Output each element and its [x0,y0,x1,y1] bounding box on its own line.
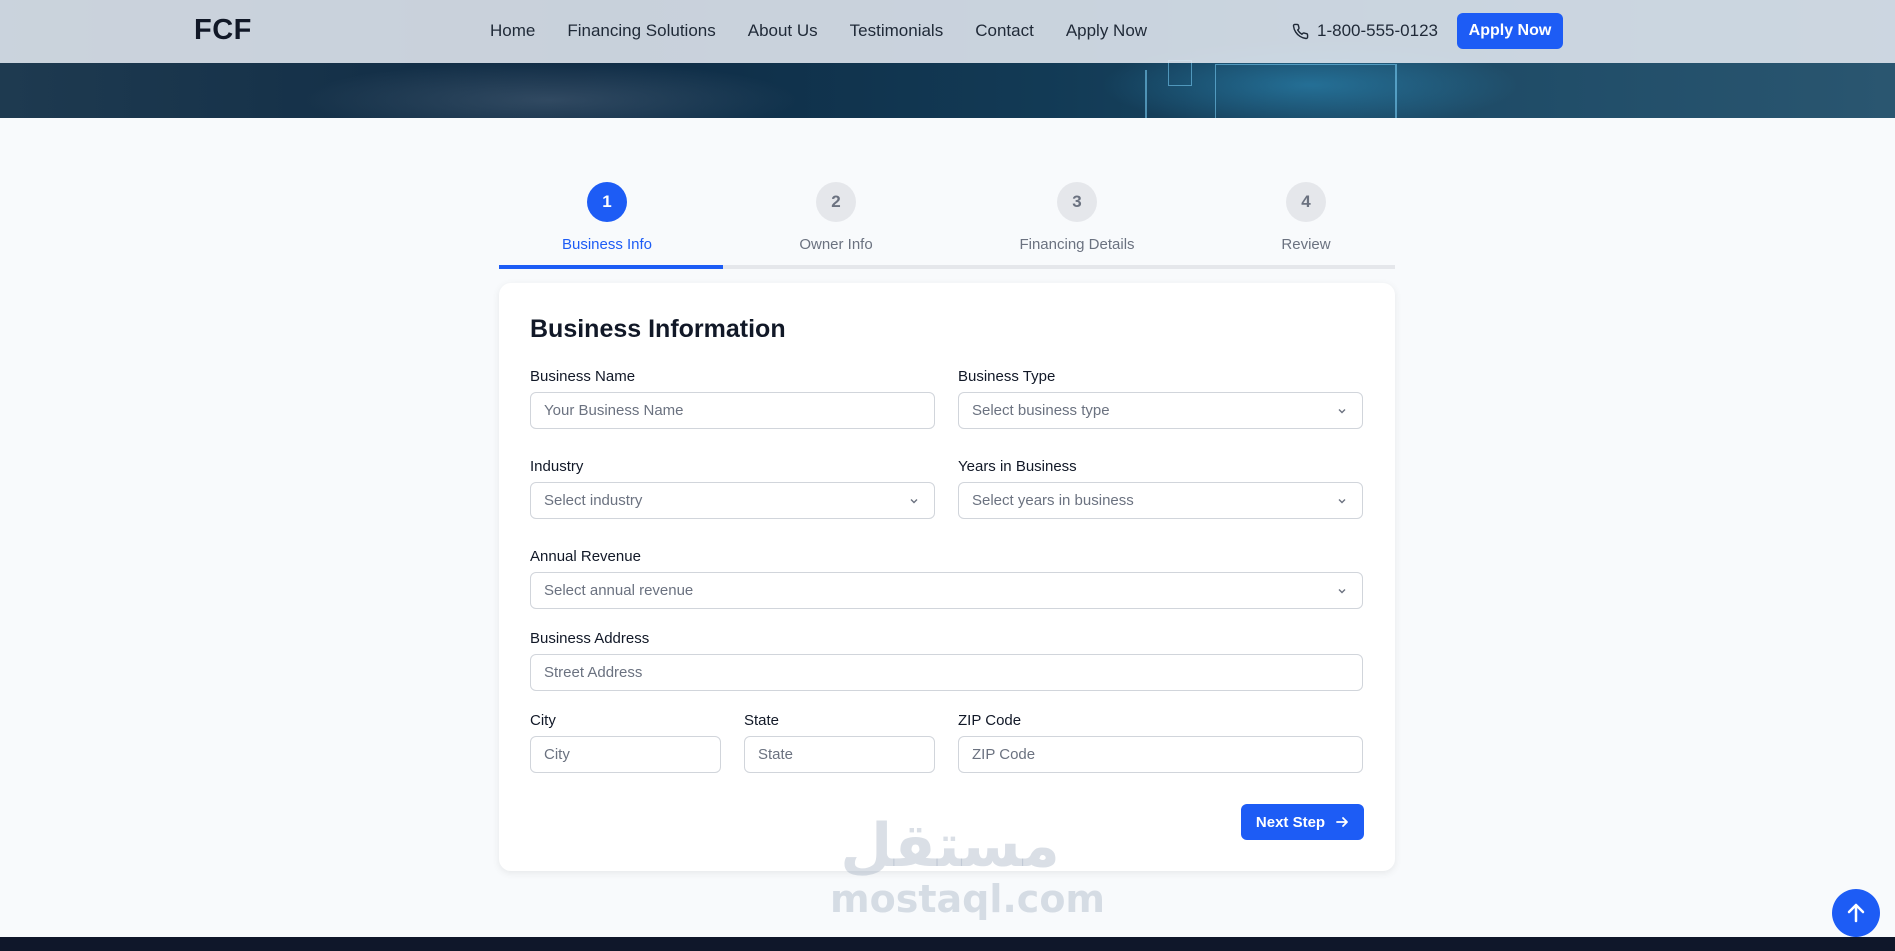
industry-value: Select industry [544,492,643,509]
step-number: 1 [587,182,627,222]
nav-link-home[interactable]: Home [490,21,535,41]
city-label: City [530,712,556,729]
arrow-right-icon [1336,817,1348,827]
next-step-button[interactable]: Next Step [1241,804,1364,840]
annual-revenue-label: Annual Revenue [530,548,641,565]
business-name-input[interactable]: Your Business Name [530,392,935,429]
phone-number: 1-800-555-0123 [1317,21,1438,40]
phone-icon [1292,23,1309,39]
step-number: 2 [816,182,856,222]
business-name-label: Business Name [530,368,636,385]
step-review[interactable]: 4 Review [1206,180,1406,253]
step-progress-track [499,265,1395,269]
scroll-to-top-button[interactable] [1832,889,1880,937]
business-type-value: Select business type [972,402,1110,419]
business-type-label: Business Type [958,368,1056,385]
chevron-down-icon [1338,409,1346,414]
hero-glow [300,60,800,118]
nav-link-about-us[interactable]: About Us [748,21,818,41]
business-type-select[interactable]: Select business type [958,392,1363,429]
phone-contact[interactable]: 1-800-555-0123 [1292,21,1438,41]
watermark: مستقل mostaql.com [830,811,1106,921]
years-in-business-value: Select years in business [972,492,1134,509]
step-label: Owner Info [799,236,873,253]
industry-label: Industry [530,458,584,475]
arrow-up-icon [1847,903,1865,923]
nav-link-contact[interactable]: Contact [975,21,1034,41]
top-navbar: FCF Home Financing Solutions About Us Te… [0,0,1895,63]
zip-code-label: ZIP Code [958,712,1022,729]
chevron-down-icon [1338,589,1346,594]
annual-revenue-select[interactable]: Select annual revenue [530,572,1363,609]
chevron-down-icon [1338,499,1346,504]
form-title: Business Information [530,315,786,343]
step-business-info[interactable]: 1 Business Info [507,180,707,253]
step-financing-details[interactable]: 3 Financing Details [977,180,1177,253]
main-nav: Home Financing Solutions About Us Testim… [490,21,1147,41]
hero-circuit-line [1395,64,1397,118]
annual-revenue-value: Select annual revenue [544,582,694,599]
footer [0,937,1895,951]
step-owner-info[interactable]: 2 Owner Info [736,180,936,253]
watermark-arabic: مستقل [840,811,1060,881]
site-logo[interactable]: FCF [194,14,252,47]
watermark-latin: mostaql.com [830,877,1106,921]
chevron-down-icon [910,499,918,504]
step-label: Business Info [561,236,653,253]
street-address-input[interactable]: Street Address [530,654,1363,691]
years-in-business-select[interactable]: Select years in business [958,482,1363,519]
step-number: 4 [1286,182,1326,222]
nav-link-apply-now[interactable]: Apply Now [1066,21,1147,41]
city-input[interactable]: City [530,736,721,773]
nav-link-testimonials[interactable]: Testimonials [850,21,944,41]
step-number: 3 [1057,182,1097,222]
nav-link-financing-solutions[interactable]: Financing Solutions [567,21,715,41]
next-step-label: Next Step [1255,813,1326,831]
application-stepper: 1 Business Info 2 Owner Info 3 Financing… [499,180,1395,270]
state-label: State [744,712,780,729]
industry-select[interactable]: Select industry [530,482,935,519]
business-info-form: Business Information Business Name Your … [499,283,1395,871]
step-label: Financing Details [1019,236,1135,253]
step-label: Review [1281,236,1331,253]
hero-circuit-line [1168,60,1192,86]
business-address-label: Business Address [530,630,650,647]
zip-code-input[interactable]: ZIP Code [958,736,1363,773]
step-progress-fill [499,265,723,269]
hero-circuit-line [1145,70,1147,118]
hero-circuit-line [1215,64,1395,118]
apply-now-button[interactable]: Apply Now [1457,13,1563,49]
years-in-business-label: Years in Business [958,458,1077,475]
state-input[interactable]: State [744,736,935,773]
